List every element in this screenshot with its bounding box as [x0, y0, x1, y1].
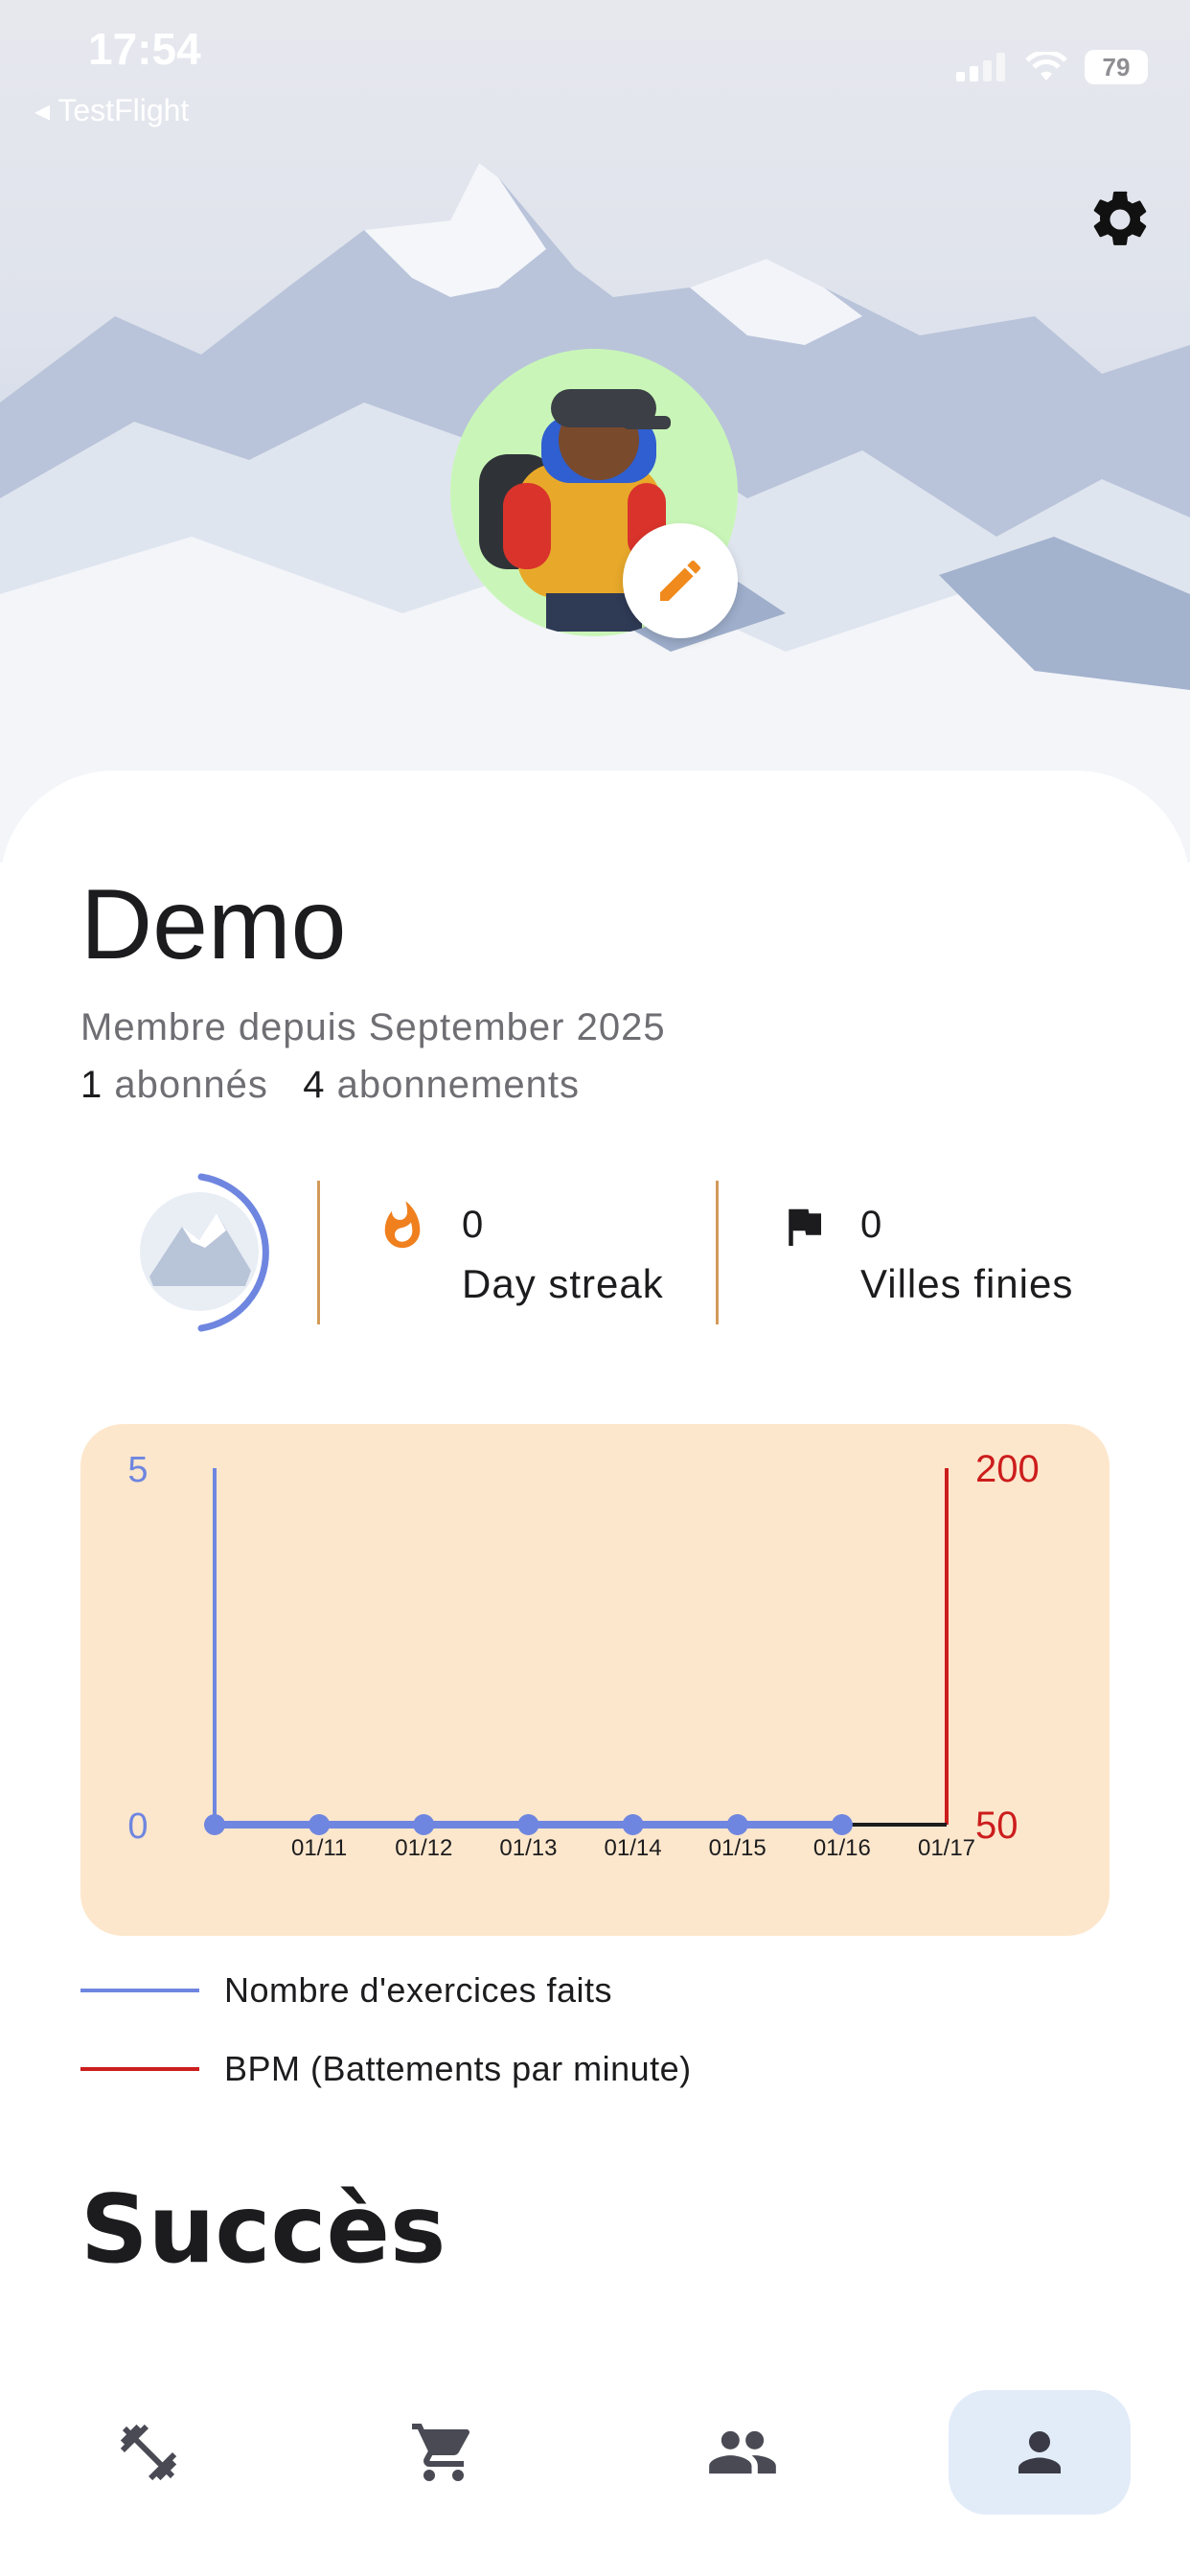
followers-label[interactable]: abonnés — [114, 1064, 267, 1106]
profile-name: Demo — [80, 869, 347, 980]
nav-workout[interactable] — [57, 2390, 240, 2515]
data-point-exercises — [622, 1814, 644, 1835]
x-tick-label: 01/14 — [605, 1835, 662, 1861]
flame-icon — [376, 1198, 429, 1264]
legend-line-bpm — [80, 2067, 199, 2071]
data-point-exercises — [517, 1814, 539, 1835]
following-label[interactable]: abonnements — [337, 1064, 580, 1106]
data-point-exercises — [726, 1814, 748, 1835]
x-tick-label: 01/15 — [709, 1835, 767, 1861]
activity-chart: 0 5 50 200 01/11 01/12 01/13 01/14 01/15 01/16 01/… — [80, 1424, 1110, 1936]
streak-label: Day streak — [462, 1261, 664, 1306]
nav-profile[interactable] — [949, 2390, 1131, 2515]
data-point-exercises — [413, 1814, 435, 1835]
section-title-achievements: Succès — [80, 2175, 446, 2285]
status-time: 17:54 — [88, 24, 201, 74]
level-badge[interactable] — [125, 1171, 278, 1334]
back-to-testflight-link[interactable]: ◂ TestFlight — [34, 92, 189, 128]
dumbbell-icon — [120, 2424, 177, 2481]
streak-value: 0 — [462, 1204, 484, 1246]
x-tick-label: 01/12 — [395, 1835, 452, 1861]
data-point-exercises — [831, 1814, 853, 1835]
right-axis-tick-label: 50 — [975, 1805, 1018, 1847]
legend-label-bpm: BPM (Battements par minute) — [224, 2049, 692, 2088]
legend-line-exercises — [80, 1989, 199, 1992]
x-tick-label: 01/17 — [918, 1835, 975, 1861]
left-axis-tick-label: 0 — [127, 1806, 148, 1847]
data-point-exercises — [309, 1814, 331, 1835]
left-axis-tick-label: 5 — [127, 1450, 148, 1490]
bottom-nav — [0, 2377, 1190, 2576]
settings-gear-icon[interactable] — [1087, 186, 1154, 253]
follow-counts: 1 abonnés 4 abonnements — [80, 1064, 580, 1107]
cities-label: Villes finies — [860, 1261, 1074, 1306]
battery-indicator: 79 — [1085, 50, 1148, 84]
cities-value: 0 — [860, 1204, 882, 1246]
legend-bpm: BPM (Battements par minute) — [80, 2049, 692, 2089]
x-tick-label: 01/16 — [813, 1835, 871, 1861]
chart-svg: 0 5 50 200 01/11 01/12 01/13 01/14 01/15 01/16 01/… — [127, 1448, 1040, 1861]
member-since: Membre depuis September 2025 — [80, 1006, 666, 1048]
status-icons: 79 — [956, 50, 1148, 84]
right-axis-tick-label: 200 — [975, 1448, 1040, 1490]
legend-exercises: Nombre d'exercices faits — [80, 1970, 612, 2011]
signal-icon — [956, 53, 1005, 81]
following-count[interactable]: 4 — [303, 1064, 325, 1106]
stats-divider — [317, 1181, 320, 1324]
data-point-exercises — [204, 1814, 225, 1835]
followers-count[interactable]: 1 — [80, 1064, 103, 1106]
cart-icon — [412, 2424, 470, 2481]
stats-divider — [716, 1181, 719, 1324]
legend-label-exercises: Nombre d'exercices faits — [224, 1970, 613, 2010]
x-tick-label: 01/13 — [499, 1835, 557, 1861]
flag-icon — [778, 1200, 830, 1262]
nav-shop[interactable] — [353, 2390, 535, 2515]
nav-community[interactable] — [652, 2390, 834, 2515]
pencil-icon — [660, 560, 701, 601]
wifi-icon — [1025, 52, 1067, 80]
edit-avatar-button[interactable] — [623, 523, 738, 638]
people-icon — [709, 2430, 776, 2474]
person-icon — [1018, 2431, 1061, 2473]
x-tick-label: 01/11 — [291, 1835, 347, 1861]
